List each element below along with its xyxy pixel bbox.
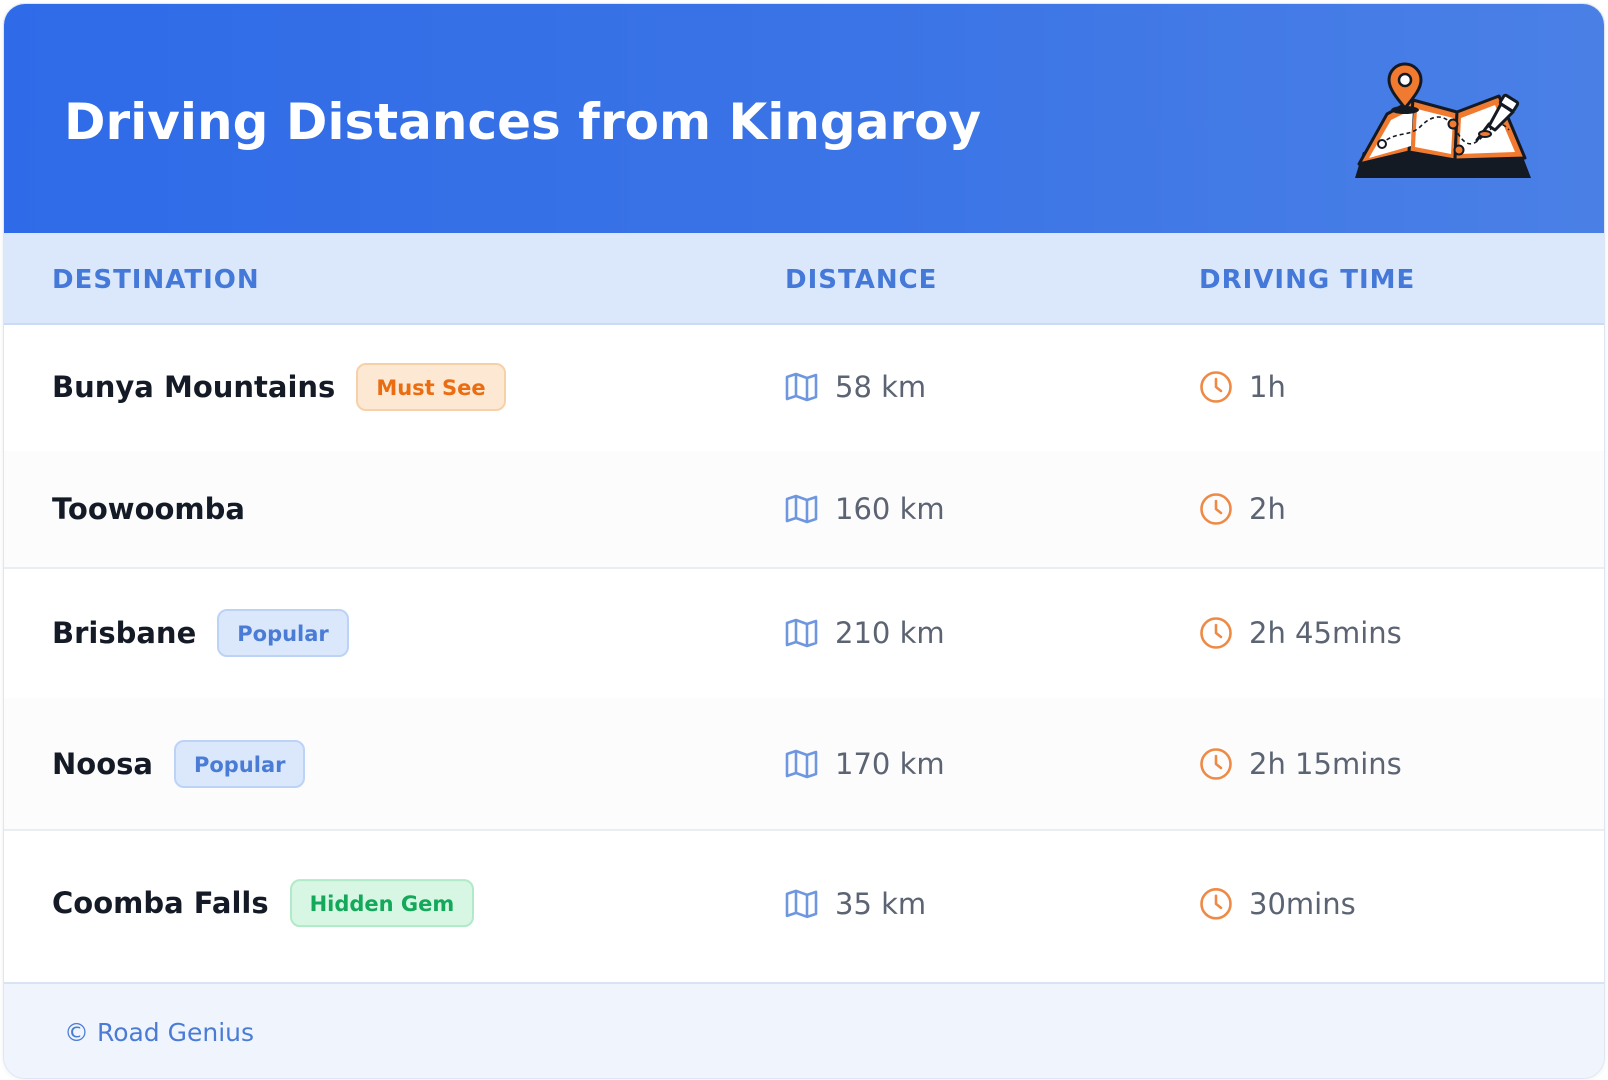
driving-time-cell: 2h xyxy=(1199,491,1286,527)
driving-time-value: 1h xyxy=(1249,370,1286,404)
footer: © Road Genius xyxy=(4,982,1604,1078)
distance-table-card: Driving Distances from Kingaroy DESTINAT… xyxy=(3,3,1605,1079)
distance-cell: 170 km xyxy=(785,746,945,782)
header-banner: Driving Distances from Kingaroy xyxy=(4,4,1604,233)
destination-name: Toowoomba xyxy=(52,492,245,526)
must-see-badge: Must See xyxy=(356,363,506,411)
destination-name: Noosa xyxy=(52,746,153,781)
destination-cell: Toowoomba xyxy=(52,491,245,527)
destination-cell: Coomba Falls Hidden Gem xyxy=(52,878,475,927)
column-header-distance: DISTANCE xyxy=(785,265,938,295)
clock-icon xyxy=(1200,493,1232,525)
column-header-driving-time: DRIVING TIME xyxy=(1199,265,1416,295)
destination-name: Coomba Falls xyxy=(52,885,269,920)
distance-cell: 160 km xyxy=(785,491,945,527)
table-row: Noosa Popular 170 km 2h 15mins xyxy=(4,698,1604,831)
table-header: DESTINATION DISTANCE DRIVING TIME xyxy=(4,233,1604,325)
driving-time-cell: 2h 45mins xyxy=(1199,615,1402,651)
distance-value: 210 km xyxy=(835,615,945,650)
destination-cell: Brisbane Popular xyxy=(52,608,349,657)
driving-time-value: 2h 45mins xyxy=(1249,615,1402,650)
hidden-gem-badge: Hidden Gem xyxy=(289,878,475,927)
page-title: Driving Distances from Kingaroy xyxy=(64,93,982,151)
table-row: Bunya Mountains Must See 58 km 1h xyxy=(4,323,1604,453)
distance-value: 160 km xyxy=(835,492,945,526)
destination-cell: Bunya Mountains Must See xyxy=(52,363,506,411)
distance-cell: 35 km xyxy=(785,885,926,921)
driving-time-value: 2h 15mins xyxy=(1249,746,1402,781)
distance-value: 58 km xyxy=(835,370,927,404)
clock-icon xyxy=(1200,616,1232,649)
destination-name: Brisbane xyxy=(52,615,197,650)
distance-value: 170 km xyxy=(835,746,945,781)
driving-time-cell: 2h 15mins xyxy=(1199,746,1402,782)
clock-icon xyxy=(1200,371,1232,403)
driving-time-cell: 30mins xyxy=(1199,885,1356,921)
driving-time-value: 2h xyxy=(1249,492,1286,526)
clock-icon xyxy=(1200,747,1232,780)
driving-time-cell: 1h xyxy=(1199,369,1286,405)
distance-cell: 210 km xyxy=(785,615,945,651)
map-icon xyxy=(785,889,818,918)
destination-name: Bunya Mountains xyxy=(52,370,336,404)
map-with-pins-icon xyxy=(1355,62,1531,178)
map-icon xyxy=(785,494,818,524)
map-icon xyxy=(785,618,818,647)
map-icon xyxy=(785,749,818,778)
copyright-text: © Road Genius xyxy=(64,1018,255,1047)
clock-icon xyxy=(1200,887,1232,920)
table-row: Coomba Falls Hidden Gem 35 km 30mins xyxy=(4,829,1604,982)
distance-value: 35 km xyxy=(835,886,927,921)
map-icon xyxy=(785,372,818,402)
popular-badge: Popular xyxy=(217,608,349,657)
table-row: Brisbane Popular 210 km 2h 45mins xyxy=(4,567,1604,700)
destination-cell: Noosa Popular xyxy=(52,739,306,788)
column-header-destination: DESTINATION xyxy=(52,265,260,295)
table-row: Toowoomba 160 km 2h xyxy=(4,451,1604,569)
driving-time-value: 30mins xyxy=(1249,886,1356,921)
popular-badge: Popular xyxy=(173,739,306,788)
distance-cell: 58 km xyxy=(785,369,926,405)
